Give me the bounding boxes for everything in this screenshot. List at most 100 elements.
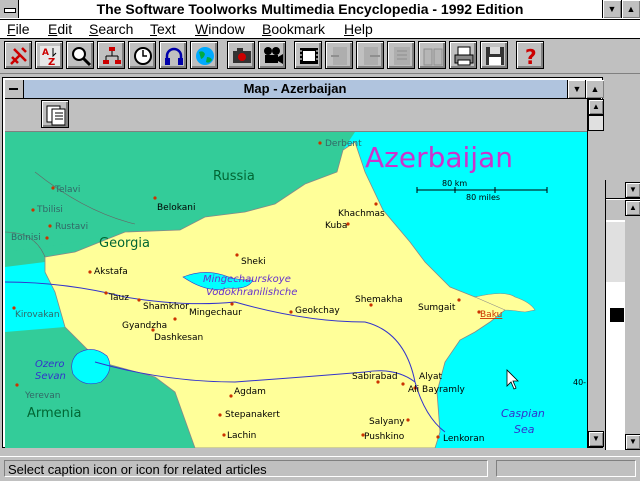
map-scroll-thumb[interactable] (588, 115, 604, 131)
city-kuba: Kuba (325, 221, 347, 231)
city-shamkhor: Shamkhor (143, 302, 189, 312)
city-kirovakan: Kirovakan (15, 310, 60, 320)
country-georgia: Georgia (99, 236, 150, 251)
city-rustavi: Rustavi (55, 222, 88, 232)
help-question-icon[interactable]: ? (516, 41, 544, 69)
tools-icon[interactable] (4, 41, 32, 69)
city-pushkino: Pushkino (364, 432, 405, 442)
map-window-maximize-button[interactable]: ▲ (585, 80, 604, 98)
city-alyat: Alyat (419, 372, 442, 382)
caption-toolbar (5, 99, 587, 132)
next-article-icon[interactable] (356, 41, 384, 69)
scale-miles-label: 80 miles (466, 193, 500, 202)
status-panel (496, 460, 636, 477)
printer-icon[interactable] (449, 41, 477, 69)
country-armenia: Armenia (27, 406, 82, 421)
menu-window[interactable]: Window (195, 20, 245, 38)
city-geokchay: Geokchay (295, 306, 340, 316)
menu-search[interactable]: Search (89, 20, 133, 38)
book-icon[interactable] (418, 41, 446, 69)
clock-timeline-icon[interactable] (128, 41, 156, 69)
background-window-scroll-down-button[interactable]: ▼ (625, 182, 640, 198)
map-scroll-up-button[interactable]: ▲ (588, 99, 604, 115)
menu-help[interactable]: Help (344, 20, 373, 38)
svg-text:Z: Z (48, 57, 55, 67)
maximize-button[interactable]: ▲ (621, 0, 640, 18)
tree-outline-icon[interactable] (97, 41, 125, 69)
water-caspian-2: Sea (514, 423, 535, 436)
map-window-titlebar: Map - Azerbaijan ▼ ▲ (5, 80, 604, 99)
city-sabirabad: Sabirabad (352, 372, 398, 382)
status-bar: Select caption icon or icon for related … (0, 456, 640, 481)
minimize-button[interactable]: ▼ (602, 0, 621, 18)
floppy-save-icon[interactable] (480, 41, 508, 69)
city-dashkesan: Dashkesan (154, 333, 203, 343)
background-window[interactable]: ▼ ▲ ▼ (605, 180, 640, 450)
menu-bookmark[interactable]: Bookmark (262, 20, 325, 38)
status-message: Select caption icon or icon for related … (4, 460, 488, 477)
city-stepanakert: Stepanakert (225, 410, 280, 420)
city-belokani: Belokani (157, 203, 196, 213)
system-menu-icon[interactable] (0, 0, 19, 18)
water-caspian-1: Caspian (501, 407, 545, 420)
background-window-scroll-down-button-bottom[interactable]: ▼ (625, 434, 640, 450)
azerbaijan-map: Azerbaijan 80 km 80 miles 40- Russia Geo… (5, 132, 587, 448)
city-agdam: Agdam (234, 387, 266, 397)
map-window-title: Map - Azerbaijan (243, 81, 347, 96)
background-window-content (606, 222, 626, 282)
city-lachin: Lachin (227, 431, 256, 441)
app-titlebar: The Software Toolworks Multimedia Encycl… (0, 0, 640, 20)
caption-icon[interactable] (41, 100, 69, 128)
country-russia: Russia (213, 169, 255, 184)
map-scroll-down-button[interactable]: ▼ (588, 431, 604, 447)
toolbar: AZ ? (0, 39, 640, 74)
menu-bar: File Edit Search Text Window Bookmark He… (0, 20, 640, 39)
menu-file[interactable]: File (7, 20, 30, 38)
menu-text[interactable]: Text (150, 20, 176, 38)
scale-km-label: 80 km (442, 179, 467, 188)
water-sevan-2: Sevan (35, 371, 66, 382)
city-mingechaur: Mingechaur (189, 308, 242, 318)
menu-edit[interactable]: Edit (48, 20, 72, 38)
background-window-scroll-up-button[interactable]: ▲ (625, 200, 640, 216)
city-akstafa: Akstafa (94, 267, 128, 277)
city-telavi: Telavi (54, 185, 80, 195)
prev-article-icon[interactable] (325, 41, 353, 69)
latitude-label: 40- (573, 378, 586, 387)
headphones-audio-icon[interactable] (159, 41, 187, 69)
lake-sevan (71, 349, 111, 385)
background-window-marker (610, 308, 624, 322)
city-tbilisi: Tbilisi (36, 205, 63, 215)
camera-pictures-icon[interactable] (227, 41, 255, 69)
city-lenkoran: Lenkoran (443, 434, 484, 444)
city-sumgait: Sumgait (418, 303, 456, 313)
city-tauz: Tauz (108, 293, 129, 303)
city-ali-bayramly: Ali Bayramly (408, 385, 466, 395)
globe-maps-icon[interactable] (190, 41, 218, 69)
city-yerevan: Yerevan (24, 391, 60, 401)
magnifier-search-icon[interactable] (66, 41, 94, 69)
water-mingechaur-1: Mingechaurskoye (203, 274, 291, 285)
film-strip-icon[interactable] (294, 41, 322, 69)
city-derbent: Derbent (325, 139, 362, 149)
map-window-minimize-button[interactable]: ▼ (567, 80, 586, 98)
movie-camera-video-icon[interactable] (258, 41, 286, 69)
city-gyandzha: Gyandzha (122, 321, 167, 331)
map-title: Azerbaijan (365, 141, 513, 174)
svg-text:?: ? (525, 45, 537, 67)
a-z-index-icon[interactable]: AZ (35, 41, 63, 69)
article-list-icon[interactable] (387, 41, 415, 69)
map-window: Map - Azerbaijan ▼ ▲ ▲ ▼ Azerbaijan 80 k… (0, 75, 605, 450)
background-window-scrollbar[interactable]: ▲ ▼ (625, 200, 640, 450)
map-vertical-scrollbar[interactable]: ▲ ▼ (587, 99, 604, 447)
city-baku-link[interactable]: Baku (480, 310, 502, 320)
app-title: The Software Toolworks Multimedia Encycl… (96, 1, 524, 17)
city-khachmas: Khachmas (338, 209, 385, 219)
water-sevan-1: Ozero (35, 359, 65, 370)
city-salyany: Salyany (369, 417, 405, 427)
menu-file-rest: ile (15, 21, 30, 37)
city-bolnisi: Bolnisi (11, 233, 41, 243)
city-shemakha: Shemakha (355, 295, 403, 305)
water-mingechaur-2: Vodokhranilishche (206, 287, 297, 298)
city-sheki: Sheki (241, 257, 266, 267)
